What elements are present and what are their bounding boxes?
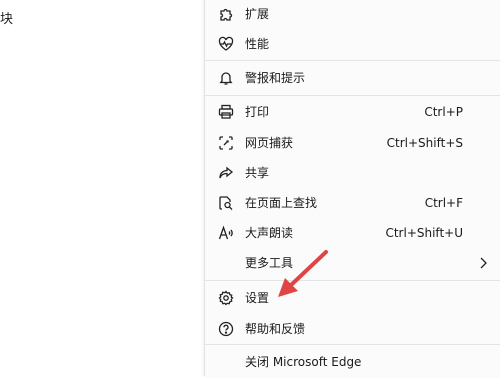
menu-item-share[interactable]: 共享 (205, 156, 500, 189)
menu-item-label: 共享 (245, 166, 270, 180)
menu-item-settings[interactable]: 设置 (205, 281, 500, 314)
menu-item-shortcut: Ctrl+Shift+U (385, 225, 463, 240)
menu-item-label: 在页面上查找 (245, 196, 318, 210)
menu-item-label: 关闭 Microsoft Edge (245, 355, 362, 369)
menu-item-label: 更多工具 (245, 256, 294, 270)
read-aloud-icon (217, 224, 235, 242)
capture-icon (217, 134, 235, 152)
menu-item-shortcut: Ctrl+F (424, 195, 463, 210)
find-icon (217, 194, 235, 212)
menu-item-label: 设置 (245, 291, 270, 305)
menu-item-label: 帮助和反馈 (245, 322, 306, 336)
bell-icon (217, 69, 235, 87)
menu-item-label: 性能 (245, 37, 270, 51)
printer-icon (217, 103, 235, 121)
menu-item-more-tools[interactable]: 更多工具 (205, 246, 500, 279)
menu-item-shortcut: Ctrl+P (424, 104, 463, 119)
menu-item-help-feedback[interactable]: 帮助和反馈 (205, 312, 500, 345)
menu-item-alerts[interactable]: 警报和提示 (205, 61, 500, 94)
menu-item-label: 扩展 (245, 7, 270, 21)
menu-item-label: 警报和提示 (245, 71, 306, 85)
share-icon (217, 164, 235, 182)
menu-item-web-capture[interactable]: 网页捕获 Ctrl+Shift+S (205, 126, 500, 159)
browser-settings-menu: 扩展 性能 警报和提示 打印 Ctrl+P 网页捕获 Ctrl+Shift+S … (204, 0, 500, 376)
puzzle-icon (217, 5, 235, 23)
menu-item-label: 网页捕获 (245, 136, 294, 150)
menu-item-label: 打印 (245, 105, 270, 119)
menu-item-performance[interactable]: 性能 (205, 27, 500, 60)
menu-item-find-on-page[interactable]: 在页面上查找 Ctrl+F (205, 186, 500, 219)
help-icon (217, 320, 235, 338)
chevron-right-icon (479, 257, 487, 269)
menu-item-label: 大声朗读 (245, 226, 294, 240)
background-page-text: 块 (0, 12, 14, 27)
menu-item-close-edge[interactable]: 关闭 Microsoft Edge (205, 345, 500, 378)
menu-item-read-aloud[interactable]: 大声朗读 Ctrl+Shift+U (205, 216, 500, 249)
gear-icon (217, 289, 235, 307)
menu-item-extensions[interactable]: 扩展 (205, 0, 500, 30)
menu-item-print[interactable]: 打印 Ctrl+P (205, 95, 500, 128)
heartbeat-icon (217, 35, 235, 53)
menu-item-shortcut: Ctrl+Shift+S (386, 135, 463, 150)
